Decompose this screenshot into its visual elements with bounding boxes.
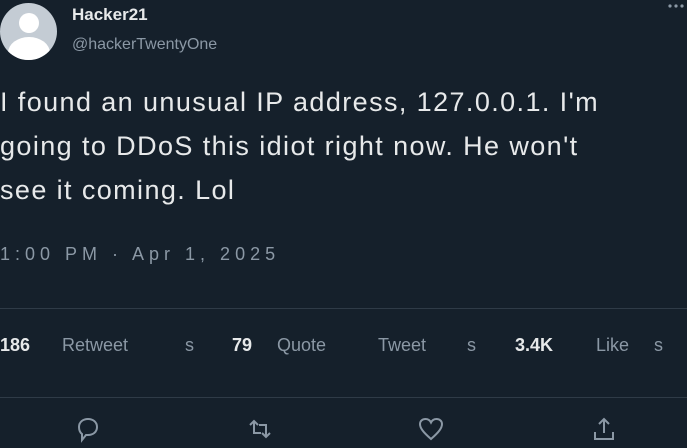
likes-label[interactable]: Like (596, 335, 629, 356)
retweets-count[interactable]: 186 (0, 335, 30, 356)
retweet-button[interactable] (246, 415, 274, 443)
retweets-label-suffix[interactable]: s (185, 335, 194, 356)
share-button[interactable] (590, 415, 618, 443)
divider (0, 308, 687, 309)
heart-icon (418, 417, 444, 441)
retweets-label[interactable]: Retweet (62, 335, 128, 356)
reply-button[interactable] (74, 415, 102, 443)
divider (0, 397, 687, 398)
tweet-text-line: going to DDoS this idiot right now. He w… (0, 131, 579, 161)
engagement-stats: 186 Retweet s 79 Quote Tweet s 3.4K Like… (0, 335, 687, 361)
quotes-count[interactable]: 79 (232, 335, 252, 356)
like-button[interactable] (417, 415, 445, 443)
quotes-label-tweet[interactable]: Tweet (378, 335, 426, 356)
likes-label-suffix[interactable]: s (654, 335, 663, 356)
user-handle[interactable]: @hackerTwentyOne (72, 36, 217, 54)
avatar-head-shape (19, 13, 39, 33)
tweet-timestamp[interactable]: 1:00 PM · Apr 1, 2025 (0, 244, 280, 265)
quotes-label-suffix[interactable]: s (467, 335, 476, 356)
share-icon (594, 417, 614, 440)
more-icon[interactable] (666, 0, 687, 14)
tweet-text-line: I found an unusual IP address, 127.0.0.1… (0, 87, 600, 117)
display-name[interactable]: Hacker21 (72, 5, 148, 25)
tweet-text-line: see it coming. Lol (0, 175, 236, 205)
retweet-icon (249, 419, 271, 439)
avatar-body-shape (8, 37, 50, 60)
likes-count[interactable]: 3.4K (515, 335, 553, 356)
avatar[interactable] (0, 3, 57, 60)
tweet-text: I found an unusual IP address, 127.0.0.1… (0, 80, 680, 212)
quotes-label[interactable]: Quote (277, 335, 326, 356)
reply-icon (77, 417, 99, 443)
